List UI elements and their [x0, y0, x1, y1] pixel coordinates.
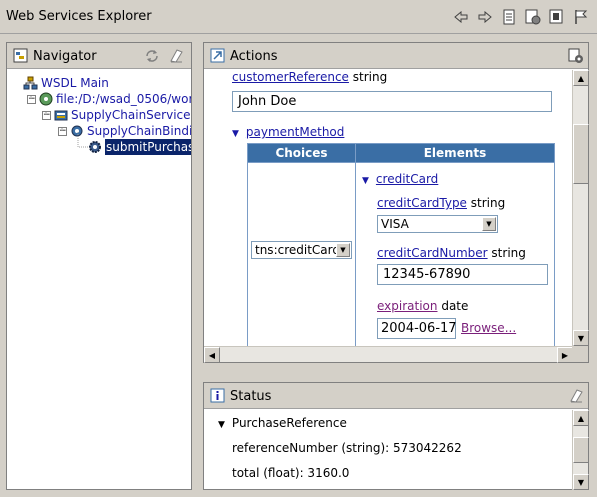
actions-form: customerReference string John Doe ▼ payme…: [204, 70, 573, 346]
credit-card-number-input[interactable]: 12345-67890: [377, 264, 548, 285]
total-line: total (float): 3160.0: [232, 466, 350, 480]
wsdl-page-icon[interactable]: [499, 7, 519, 27]
back-icon[interactable]: [451, 7, 471, 27]
uddi-page-icon[interactable]: [547, 7, 567, 27]
toolbar: [451, 7, 591, 27]
actions-panel: Actions customerReference string John Do…: [203, 42, 589, 363]
credit-card-type-select[interactable]: VISA ▼: [377, 215, 498, 233]
status-content: ▼ PurchaseReference referenceNumber (stri…: [204, 410, 573, 490]
clear-icon[interactable]: [168, 48, 184, 64]
chevron-down-icon[interactable]: ▼: [336, 243, 350, 257]
refresh-icon[interactable]: [144, 48, 160, 64]
navigator-tree: WSDL Main − file:/D:/wsad_0506/work − Su…: [7, 70, 191, 489]
elements-cell: ▼ creditCard creditCardType string VISA ▼…: [355, 162, 555, 346]
scroll-thumb[interactable]: [573, 124, 589, 184]
scroll-thumb[interactable]: [573, 437, 589, 463]
credit-card-number-link[interactable]: creditCardNumber: [377, 246, 488, 260]
payment-method-label: ▼ paymentMethod: [232, 125, 344, 139]
actions-settings-icon[interactable]: [568, 48, 584, 64]
customer-reference-type: string: [352, 70, 388, 84]
favorites-icon[interactable]: [571, 7, 591, 27]
choices-header: Choices: [247, 143, 356, 163]
navigator-title: Navigator: [33, 49, 97, 64]
customer-reference-link[interactable]: customerReference: [232, 70, 349, 84]
credit-card-type-link[interactable]: creditCardType: [377, 196, 467, 210]
title-bar: Web Services Explorer: [0, 0, 597, 34]
scroll-up-icon[interactable]: ▲: [573, 70, 589, 86]
actions-title: Actions: [230, 49, 278, 64]
window-title: Web Services Explorer: [6, 9, 152, 24]
navigator-icon: [13, 48, 28, 63]
status-vertical-scrollbar[interactable]: ▲ ▼: [572, 410, 589, 490]
customer-reference-input[interactable]: John Doe: [232, 91, 552, 112]
expiration-type: date: [441, 299, 469, 313]
chevron-down-icon[interactable]: ▼: [482, 217, 496, 231]
scroll-corner: [572, 346, 588, 362]
customer-reference-label: customerReference string: [232, 70, 387, 84]
status-panel: Status ▼ PurchaseReference referenceNumbe…: [203, 382, 589, 490]
actions-vertical-scrollbar[interactable]: ▲ ▼: [572, 70, 589, 346]
browse-link[interactable]: Browse...: [461, 321, 516, 335]
forward-icon[interactable]: [475, 7, 495, 27]
choice-select-value: tns:creditCard: [255, 243, 340, 257]
credit-card-type-label: creditCardType string: [377, 196, 505, 210]
scroll-down-icon[interactable]: ▼: [573, 474, 589, 490]
credit-card-type-value: VISA: [381, 217, 409, 231]
scroll-up-icon[interactable]: ▲: [573, 410, 589, 426]
status-title: Status: [230, 389, 272, 404]
expiration-link[interactable]: expiration: [377, 299, 438, 313]
choices-table: Choices Elements tns:creditCard ▼ ▼ credi…: [247, 143, 555, 346]
choices-cell: tns:creditCard ▼: [247, 162, 356, 346]
navigator-header: Navigator: [7, 43, 191, 69]
clear-status-icon[interactable]: [568, 388, 584, 404]
tree-connector-lines: [30, 96, 88, 148]
credit-card-link[interactable]: creditCard: [376, 172, 438, 186]
info-icon: [210, 388, 225, 403]
scroll-right-icon[interactable]: ▶: [557, 347, 573, 363]
scroll-left-icon[interactable]: ◀: [204, 347, 220, 363]
credit-card-type-type: string: [470, 196, 506, 210]
expanded-triangle-icon[interactable]: ▼: [218, 420, 225, 430]
scroll-down-icon[interactable]: ▼: [573, 330, 589, 346]
elements-header: Elements: [355, 143, 555, 163]
purchase-reference-label: PurchaseReference: [231, 416, 347, 430]
reference-number-line: referenceNumber (string): 573042262: [232, 441, 462, 455]
wsil-page-icon[interactable]: [523, 7, 543, 27]
actions-horizontal-scrollbar[interactable]: ◀ ▶: [204, 346, 573, 363]
expanded-triangle-icon[interactable]: ▼: [362, 176, 369, 186]
navigator-panel: Navigator WSDL Main − file:/D:/wsad_0506…: [6, 42, 192, 490]
credit-card-number-type: string: [491, 246, 526, 260]
actions-icon: [210, 48, 225, 63]
status-header: Status: [204, 383, 588, 409]
credit-card-label: ▼ creditCard: [362, 172, 438, 186]
purchase-reference-section: ▼ PurchaseReference: [218, 416, 347, 430]
payment-method-link[interactable]: paymentMethod: [246, 125, 344, 139]
choice-select[interactable]: tns:creditCard ▼: [251, 241, 352, 259]
actions-header: Actions: [204, 43, 588, 69]
credit-card-number-label: creditCardNumber string: [377, 246, 526, 260]
expanded-triangle-icon[interactable]: ▼: [232, 129, 239, 139]
expiration-label: expiration date: [377, 299, 468, 313]
expiration-input[interactable]: 2004-06-17: [377, 318, 457, 339]
